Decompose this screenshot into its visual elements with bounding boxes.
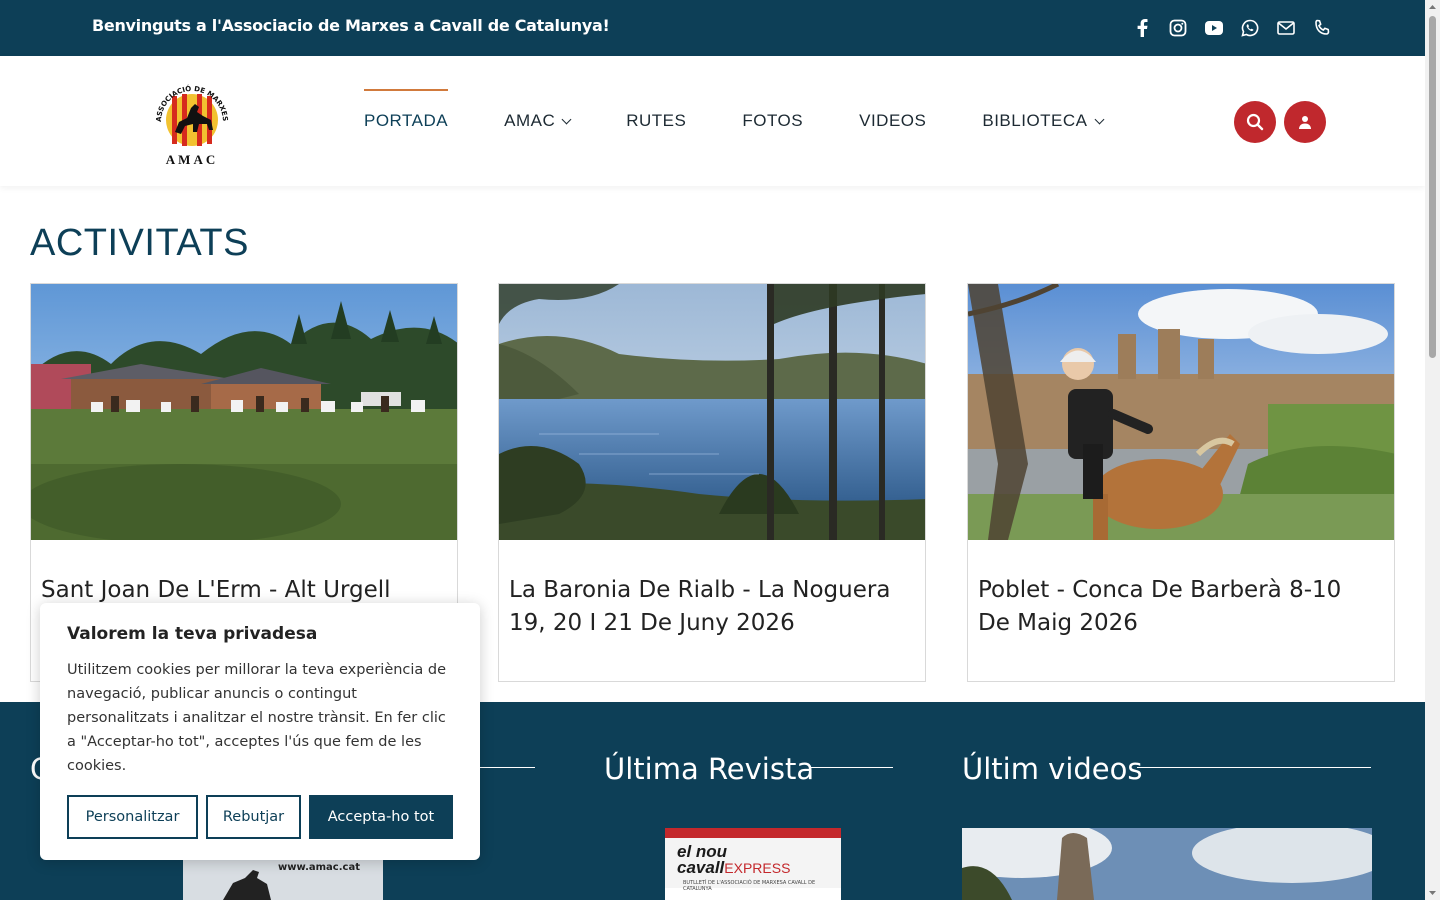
nav-item-fotos[interactable]: FOTOS <box>742 56 803 186</box>
top-bar: Benvinguts a l'Associacio de Marxes a Ca… <box>0 0 1425 56</box>
phone-icon[interactable] <box>1312 18 1332 38</box>
nav-item-portada[interactable]: PORTADA <box>364 56 449 186</box>
activity-title[interactable]: La Baronia De Rialb - La Noguera 19, 20 … <box>509 574 911 640</box>
section-title: ACTIVITATS <box>30 222 249 264</box>
scroll-down-icon[interactable] <box>1425 885 1440 900</box>
mail-icon[interactable] <box>1276 18 1296 38</box>
scroll-thumb[interactable] <box>1429 16 1436 358</box>
account-button[interactable] <box>1284 101 1326 143</box>
activity-card[interactable]: Poblet - Conca De Barberà 8-10 De Maig 2… <box>967 283 1395 682</box>
footer-divider <box>480 767 535 768</box>
user-icon <box>1299 116 1311 129</box>
nav-label: VIDEOS <box>859 111 927 130</box>
activity-title[interactable]: Poblet - Conca De Barberà 8-10 De Maig 2… <box>978 574 1380 640</box>
search-button[interactable] <box>1234 101 1276 143</box>
whatsapp-icon[interactable] <box>1240 18 1260 38</box>
youtube-icon[interactable] <box>1204 18 1224 38</box>
nav-label: FOTOS <box>742 111 804 130</box>
facebook-icon[interactable] <box>1132 18 1152 38</box>
nav-label: AMAC <box>504 111 556 130</box>
magazine-cover-latest[interactable]: el nou cavallEXPRESS BUTLLETÍ DE L'ASSOC… <box>665 828 841 900</box>
nav-item-videos[interactable]: VIDEOS <box>859 56 926 186</box>
activity-card[interactable]: La Baronia De Rialb - La Noguera 19, 20 … <box>498 283 926 682</box>
video-thumbnail[interactable] <box>962 828 1372 900</box>
nav-label: RUTES <box>626 111 687 130</box>
activity-image[interactable] <box>968 284 1394 540</box>
nav-label: PORTADA <box>364 111 449 130</box>
footer-heading-videos: Últim videos <box>962 752 1143 786</box>
accept-all-button[interactable]: Accepta-ho tot <box>309 795 453 839</box>
instagram-icon[interactable] <box>1168 18 1188 38</box>
cookie-consent-dialog: Valorem la teva privadesa Utilitzem cook… <box>40 603 480 860</box>
customize-button[interactable]: Personalitzar <box>67 795 198 839</box>
logo-text: AMAC <box>166 152 218 167</box>
magazine-subtitle: BUTLLETÍ DE L'ASSOCIACIÓ DE MARXESA CAVA… <box>683 880 816 892</box>
magazine-title-3: EXPRESS <box>724 860 791 876</box>
magazine-cover-previous[interactable]: www.amac.cat <box>183 858 383 900</box>
social-links <box>1132 18 1332 38</box>
reject-button[interactable]: Rebutjar <box>206 795 301 839</box>
footer-divider <box>811 767 893 768</box>
page-scrollbar[interactable] <box>1425 0 1440 900</box>
cookie-title: Valorem la teva privadesa <box>67 624 318 644</box>
welcome-message: Benvinguts a l'Associacio de Marxes a Ca… <box>92 16 610 35</box>
nav-item-amac[interactable]: AMAC <box>504 56 572 186</box>
amac-logo[interactable]: ASSOCIACIÓ DE MARXES A CAVALL DE CATALUN… <box>150 68 231 168</box>
search-icon <box>1246 113 1264 131</box>
activity-image[interactable] <box>499 284 925 540</box>
main-nav: PORTADA AMAC RUTES FOTOS VIDEOS BIBLIOTE… <box>364 56 1104 186</box>
footer-divider <box>1137 767 1371 768</box>
nav-item-rutes[interactable]: RUTES <box>626 56 686 186</box>
scroll-up-icon[interactable] <box>1425 0 1440 15</box>
magazine-title-2: cavall <box>677 858 725 877</box>
cookie-text: Utilitzem cookies per millorar la teva e… <box>67 662 447 774</box>
nav-label: BIBLIOTECA <box>982 111 1088 130</box>
activity-image[interactable] <box>31 284 457 540</box>
footer-heading-magazine: Última Revista <box>604 752 815 786</box>
chevron-down-icon <box>561 114 572 124</box>
nav-item-biblioteca[interactable]: BIBLIOTECA <box>982 56 1104 186</box>
main-header: ASSOCIACIÓ DE MARXES A CAVALL DE CATALUN… <box>0 56 1425 186</box>
chevron-down-icon <box>1094 114 1104 124</box>
